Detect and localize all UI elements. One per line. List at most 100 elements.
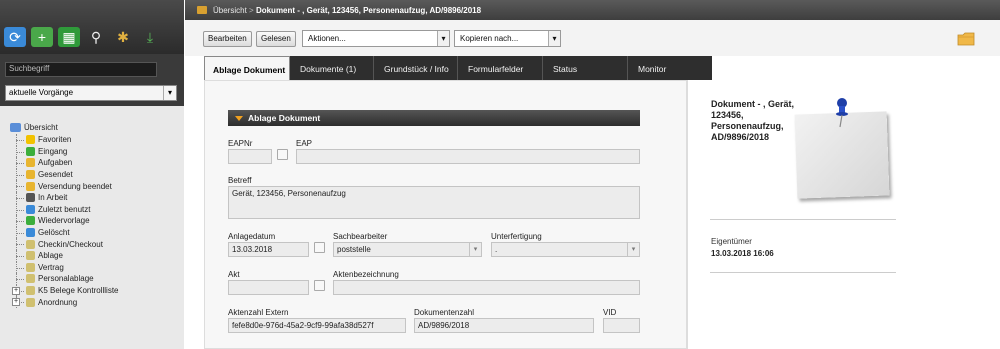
new-document-icon[interactable]: +	[31, 27, 53, 47]
sidebar-item-label: Personalablage	[38, 274, 94, 284]
eapnr-field[interactable]	[228, 149, 272, 164]
filter-select[interactable]: aktuelle Vorgänge ▾	[5, 85, 177, 101]
sidebar-item[interactable]: Eingang	[0, 145, 184, 158]
tab-formularfelder[interactable]: Formularfelder	[458, 56, 543, 80]
sidebar-item[interactable]: Gesendet	[0, 168, 184, 181]
vid-field[interactable]	[603, 318, 640, 333]
breadcrumb: Übersicht > Dokument - , Gerät, 123456, …	[213, 6, 481, 15]
tab-status[interactable]: Status	[543, 56, 628, 80]
chevron-down-icon: ▾	[163, 86, 176, 100]
dokumentenzahl-field[interactable]: AD/9896/2018	[414, 318, 594, 333]
personnel-icon	[26, 274, 35, 284]
chevron-down-icon: ▾	[469, 243, 481, 256]
sidebar-item[interactable]: Zuletzt benutzt	[0, 203, 184, 216]
tab-monitor[interactable]: Monitor	[628, 56, 712, 80]
anlagedatum-field[interactable]: 13.03.2018	[228, 242, 309, 257]
recent-icon	[26, 204, 35, 214]
sidebar-item-label: In Arbeit	[38, 193, 68, 203]
tab-dokumente[interactable]: Dokumente (1)	[290, 56, 374, 80]
sidebar-item[interactable]: Favoriten	[0, 134, 184, 146]
navigation-tree: Übersicht Favoriten Eingang Aufgaben Gesend…	[0, 106, 184, 349]
sidebar-item[interactable]: Personalablage	[0, 273, 184, 285]
sidebar-item-label: Zuletzt benutzt	[38, 204, 91, 214]
eapnr-label: EAPNr	[228, 139, 253, 148]
archive-icon	[26, 251, 35, 261]
expand-plus-icon[interactable]: +	[12, 298, 20, 307]
details-panel: Dokument - , Gerät, 123456, Personenaufz…	[687, 80, 1000, 349]
sachbearbeiter-select[interactable]: poststelle ▾	[333, 242, 482, 257]
monitor-refresh-icon[interactable]: ⟳	[4, 27, 26, 47]
trash-icon	[26, 228, 35, 238]
aktenzahl-extern-field[interactable]: fefe8d0e-976d-45a2-9cf9-99afa38d527f	[228, 318, 406, 333]
download-icon[interactable]: ⤓	[139, 27, 161, 47]
actions-dropdown[interactable]: Aktionen... ▾	[302, 30, 450, 47]
inbox-icon	[26, 146, 35, 156]
order-icon	[26, 297, 35, 307]
sidebar-item-label: Gelöscht	[38, 228, 70, 238]
sachbearbeiter-value: poststelle	[337, 245, 371, 254]
aktenbezeichnung-field[interactable]	[333, 280, 640, 295]
contract-icon	[26, 262, 35, 272]
lookup-icon[interactable]	[314, 280, 325, 291]
betreff-label: Betreff	[228, 176, 252, 185]
chevron-down-icon: ▾	[627, 243, 639, 256]
calendar-icon[interactable]	[314, 242, 325, 253]
sent-icon	[26, 170, 35, 180]
search-icon[interactable]: ⚲	[85, 27, 107, 47]
betreff-textarea[interactable]: Gerät, 123456, Personenaufzug	[228, 186, 640, 219]
akt-field[interactable]	[228, 280, 309, 295]
pushpin-icon	[836, 98, 848, 128]
action-bar: Bearbeiten Gelesen Aktionen... ▾ Kopiere…	[185, 20, 1000, 56]
sidebar-item[interactable]: Versendung beendet	[0, 180, 184, 192]
document-form: Ablage Dokument EAPNr EAP Betreff Gerät,…	[204, 80, 687, 349]
resubmit-icon	[26, 216, 35, 226]
tree-root-overview[interactable]: Übersicht	[0, 121, 184, 134]
section-title: Ablage Dokument	[248, 113, 321, 123]
lookup-icon[interactable]	[277, 149, 288, 160]
actions-dropdown-label: Aktionen...	[308, 34, 346, 43]
sidebar-item-label: K5 Belege Kontrollliste	[38, 286, 119, 296]
sidebar-item[interactable]: Vertrag	[0, 261, 184, 274]
sidebar-item[interactable]: + Anordnung	[0, 296, 184, 308]
unterfertigung-value: .	[495, 245, 498, 254]
sidebar-item[interactable]: Checkin/Checkout	[0, 238, 184, 250]
sidebar-item[interactable]: In Arbeit	[0, 191, 184, 204]
owner-label: Eigentümer	[711, 237, 752, 246]
checkout-icon	[26, 239, 35, 249]
section-header[interactable]: Ablage Dokument	[228, 110, 640, 126]
aktenzahl-extern-label: Aktenzahl Extern	[228, 308, 289, 317]
sidebar-item-label: Favoriten	[38, 135, 72, 145]
divider	[710, 272, 896, 273]
sidebar-item[interactable]: Ablage	[0, 249, 184, 262]
edit-button[interactable]: Bearbeiten	[203, 31, 252, 47]
eap-field[interactable]	[296, 149, 640, 164]
monitor-icon	[10, 123, 21, 132]
sidebar-item[interactable]: Wiedervorlage	[0, 215, 184, 227]
sidebar-toolbar: ⟳ + ▦ ⚲ ✱ ⤓	[0, 0, 184, 54]
sidebar-item[interactable]: + K5 Belege Kontrollliste	[0, 284, 184, 297]
search-input[interactable]: Suchbegriff	[5, 62, 157, 77]
sidebar-item-label: Checkin/Checkout	[38, 239, 103, 249]
sidebar-search-area: Suchbegriff aktuelle Vorgänge ▾	[0, 54, 184, 106]
sidebar-item-label: Vertrag	[38, 262, 64, 272]
folder-star-icon[interactable]: ✱	[112, 27, 134, 47]
sidebar-item[interactable]: Gelöscht	[0, 226, 184, 239]
tab-ablage-dokument[interactable]: Ablage Dokument	[204, 56, 290, 80]
breadcrumb-parent[interactable]: Übersicht	[213, 6, 247, 15]
folder-icon[interactable]	[957, 32, 975, 46]
tab-grundstueck-info[interactable]: Grundstück / Info	[374, 56, 458, 80]
expand-plus-icon[interactable]: +	[12, 286, 20, 295]
spreadsheet-icon[interactable]: ▦	[58, 27, 80, 47]
sachbearbeiter-label: Sachbearbeiter	[333, 232, 388, 241]
unterfertigung-select[interactable]: . ▾	[491, 242, 640, 257]
collapse-arrow-icon[interactable]	[235, 116, 243, 121]
sent-done-icon	[26, 181, 35, 191]
sidebar-item-label: Aufgaben	[38, 158, 73, 168]
sidebar-item-label: Versendung beendet	[38, 181, 112, 191]
tree-root-label: Übersicht	[24, 123, 58, 132]
copy-to-dropdown[interactable]: Kopieren nach... ▾	[454, 30, 561, 47]
vid-label: VID	[603, 308, 617, 317]
breadcrumb-current: Dokument - , Gerät, 123456, Personenaufz…	[255, 5, 482, 15]
sidebar-item[interactable]: Aufgaben	[0, 157, 184, 169]
mark-read-button[interactable]: Gelesen	[256, 31, 296, 47]
